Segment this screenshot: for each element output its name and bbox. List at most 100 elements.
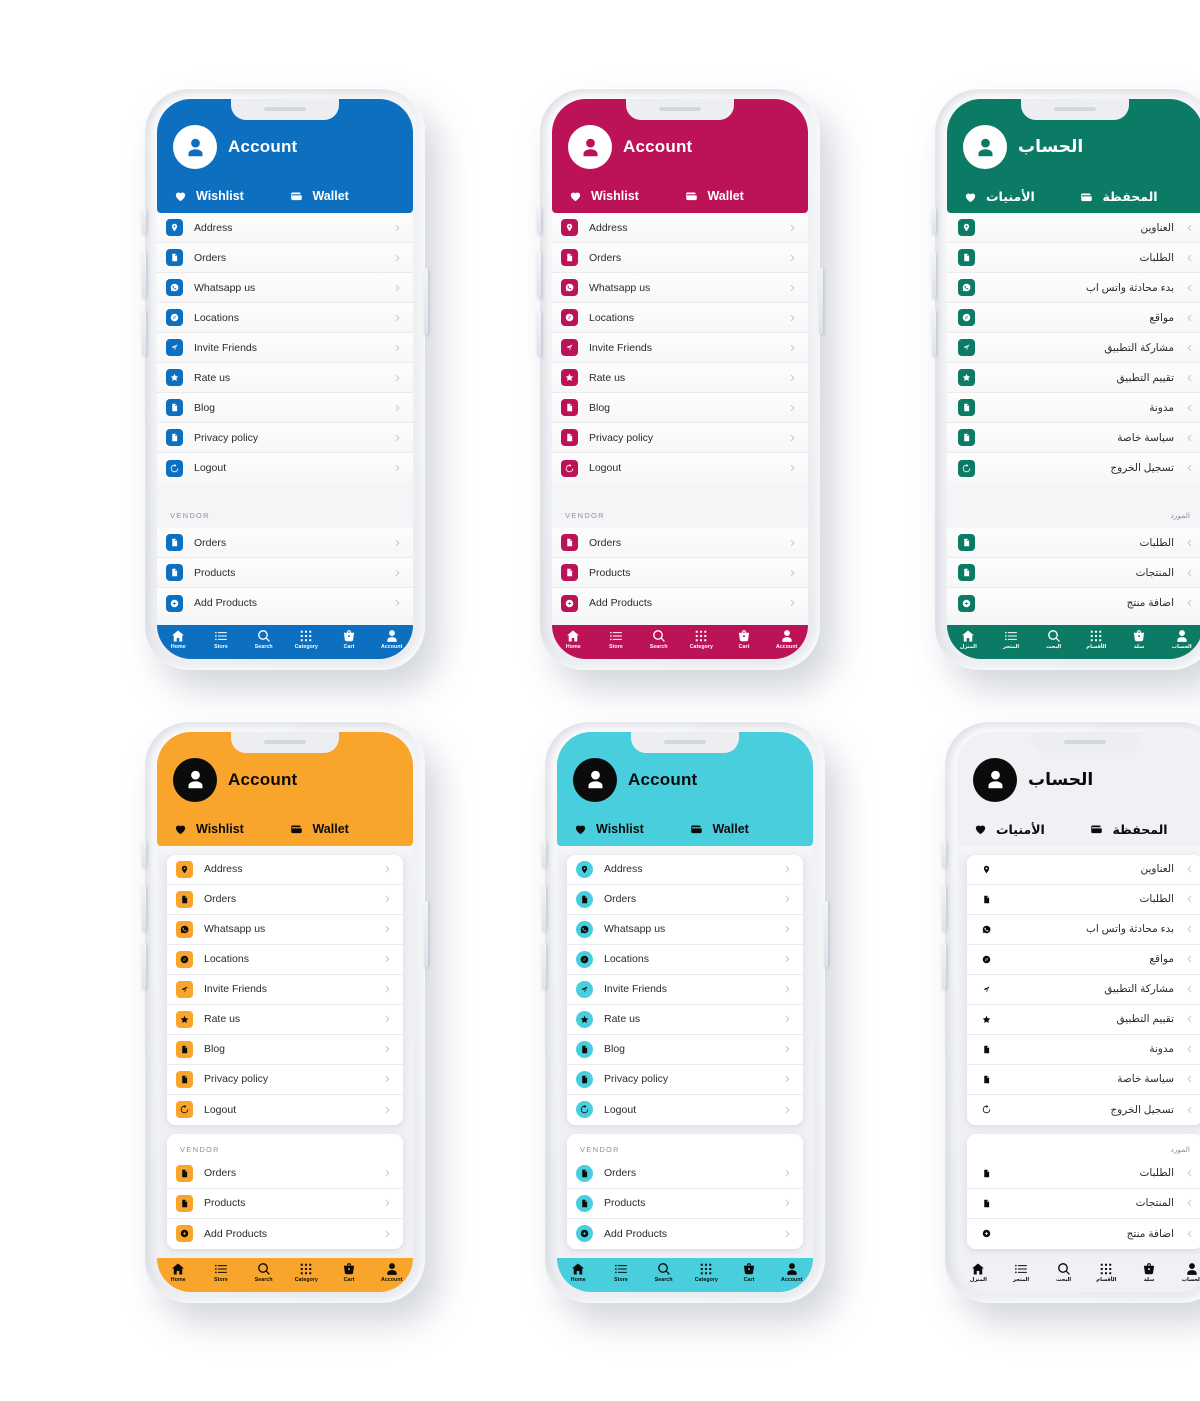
mute-switch[interactable]	[542, 840, 546, 867]
menu-item-row[interactable]: Rate us	[552, 363, 808, 393]
menu-item-row[interactable]: Locations	[157, 303, 413, 333]
mute-switch[interactable]	[142, 840, 146, 867]
nav-search[interactable]: البحث	[1042, 1262, 1085, 1283]
nav-home[interactable]: المنزل	[947, 629, 990, 650]
menu-item-row[interactable]: مواقع	[947, 303, 1200, 333]
menu-item-row[interactable]: Logout	[167, 1094, 403, 1125]
vendor-item-row[interactable]: Products	[167, 1188, 403, 1219]
nav-basket[interactable]: Cart	[723, 629, 766, 650]
nav-search[interactable]: Search	[642, 1262, 685, 1283]
menu-item-row[interactable]: Blog	[167, 1034, 403, 1065]
wallet-button[interactable]: Wallet	[289, 189, 349, 203]
nav-list[interactable]: المتجر	[1000, 1262, 1043, 1283]
nav-grid[interactable]: Category	[285, 629, 328, 650]
menu-item-row[interactable]: Privacy policy	[167, 1064, 403, 1095]
nav-home[interactable]: Home	[557, 1262, 600, 1283]
nav-person[interactable]: Account	[765, 629, 808, 650]
nav-home[interactable]: Home	[552, 629, 595, 650]
nav-home[interactable]: Home	[157, 1262, 200, 1283]
menu-item-row[interactable]: Invite Friends	[567, 974, 803, 1005]
vendor-item-row[interactable]: الطلبات	[967, 1158, 1200, 1189]
nav-search[interactable]: البحث	[1032, 629, 1075, 650]
menu-item-row[interactable]: مواقع	[967, 944, 1200, 975]
wishlist-button[interactable]: الأمنيات	[973, 822, 1089, 837]
menu-item-row[interactable]: Logout	[552, 453, 808, 483]
menu-item-row[interactable]: سياسة خاصة	[947, 423, 1200, 453]
wallet-button[interactable]: Wallet	[684, 189, 744, 203]
menu-item-row[interactable]: مشاركة التطبيق	[947, 333, 1200, 363]
menu-item-row[interactable]: مدونة	[947, 393, 1200, 423]
menu-item-row[interactable]: تقييم التطبيق	[947, 363, 1200, 393]
wishlist-button[interactable]: Wishlist	[568, 189, 684, 203]
avatar[interactable]	[963, 125, 1007, 169]
nav-list[interactable]: Store	[200, 1262, 243, 1283]
nav-basket[interactable]: Cart	[328, 629, 371, 650]
menu-item-row[interactable]: Rate us	[567, 1004, 803, 1035]
vendor-item-row[interactable]: الطلبات	[947, 528, 1200, 558]
nav-list[interactable]: Store	[200, 629, 243, 650]
menu-item-row[interactable]: Whatsapp us	[552, 273, 808, 303]
nav-person[interactable]: الحساب	[1170, 1262, 1200, 1283]
vendor-item-row[interactable]: Products	[567, 1188, 803, 1219]
menu-item-row[interactable]: Whatsapp us	[167, 914, 403, 945]
vendor-item-row[interactable]: Orders	[552, 528, 808, 558]
nav-basket[interactable]: Cart	[728, 1262, 771, 1283]
menu-item-row[interactable]: الطلبات	[947, 243, 1200, 273]
menu-item-row[interactable]: Privacy policy	[567, 1064, 803, 1095]
vendor-item-row[interactable]: اضافة منتج	[967, 1218, 1200, 1249]
vendor-item-row[interactable]: المنتجات	[967, 1188, 1200, 1219]
nav-person[interactable]: Account	[770, 1262, 813, 1283]
menu-item-row[interactable]: العناوين	[947, 213, 1200, 243]
mute-switch[interactable]	[932, 208, 936, 234]
menu-item-row[interactable]: Rate us	[157, 363, 413, 393]
nav-list[interactable]: المتجر	[990, 629, 1033, 650]
menu-item-row[interactable]: Address	[567, 854, 803, 885]
volume-down-button[interactable]	[537, 310, 541, 356]
menu-item-row[interactable]: Whatsapp us	[567, 914, 803, 945]
wishlist-button[interactable]: الأمنيات	[963, 189, 1079, 204]
wishlist-button[interactable]: Wishlist	[573, 822, 689, 836]
volume-up-button[interactable]	[142, 252, 146, 298]
menu-item-row[interactable]: مدونة	[967, 1034, 1200, 1065]
mute-switch[interactable]	[942, 840, 946, 867]
nav-basket[interactable]: Cart	[328, 1262, 371, 1283]
menu-item-row[interactable]: بدء محادثة واتس اب	[967, 914, 1200, 945]
menu-item-row[interactable]: Rate us	[167, 1004, 403, 1035]
nav-grid[interactable]: الأقسام	[1075, 629, 1118, 650]
menu-item-row[interactable]: مشاركة التطبيق	[967, 974, 1200, 1005]
menu-item-row[interactable]: Address	[157, 213, 413, 243]
volume-down-button[interactable]	[932, 310, 936, 356]
menu-item-row[interactable]: Orders	[157, 243, 413, 273]
menu-item-row[interactable]: Invite Friends	[157, 333, 413, 363]
vendor-item-row[interactable]: Add Products	[157, 588, 413, 618]
nav-search[interactable]: Search	[242, 1262, 285, 1283]
vendor-item-row[interactable]: Orders	[157, 528, 413, 558]
nav-list[interactable]: Store	[600, 1262, 643, 1283]
vendor-item-row[interactable]: Add Products	[552, 588, 808, 618]
vendor-item-row[interactable]: Orders	[567, 1158, 803, 1189]
nav-search[interactable]: Search	[637, 629, 680, 650]
menu-item-row[interactable]: Locations	[567, 944, 803, 975]
mute-switch[interactable]	[142, 208, 146, 234]
menu-item-row[interactable]: Blog	[567, 1034, 803, 1065]
menu-item-row[interactable]: Privacy policy	[552, 423, 808, 453]
menu-item-row[interactable]: Orders	[552, 243, 808, 273]
avatar[interactable]	[573, 757, 617, 802]
nav-person[interactable]: Account	[370, 629, 413, 650]
volume-up-button[interactable]	[942, 884, 946, 931]
wallet-button[interactable]: Wallet	[289, 822, 349, 836]
nav-grid[interactable]: Category	[285, 1262, 328, 1283]
menu-item-row[interactable]: Address	[552, 213, 808, 243]
volume-up-button[interactable]	[932, 252, 936, 298]
mute-switch[interactable]	[537, 208, 541, 234]
avatar[interactable]	[173, 125, 217, 169]
vendor-item-row[interactable]: Products	[552, 558, 808, 588]
menu-item-row[interactable]: Logout	[567, 1094, 803, 1125]
nav-basket[interactable]: سلة	[1118, 629, 1161, 650]
menu-item-row[interactable]: Locations	[167, 944, 403, 975]
nav-person[interactable]: Account	[370, 1262, 413, 1283]
nav-home[interactable]: Home	[157, 629, 200, 650]
menu-item-row[interactable]: العناوين	[967, 854, 1200, 885]
menu-item-row[interactable]: بدء محادثة واتس اب	[947, 273, 1200, 303]
menu-item-row[interactable]: Invite Friends	[167, 974, 403, 1005]
